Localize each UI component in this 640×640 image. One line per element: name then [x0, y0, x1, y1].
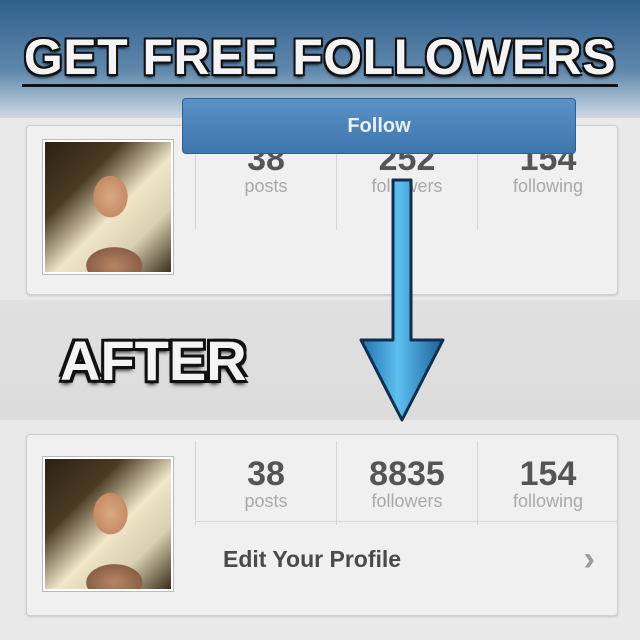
stat-posts-value: 38	[247, 455, 285, 493]
chevron-right-icon: ›	[583, 540, 595, 578]
edit-profile-label: Edit Your Profile	[223, 546, 402, 572]
edit-profile-button[interactable]: Edit Your Profile ›	[195, 522, 617, 598]
stat-followers-label: followers	[371, 491, 443, 511]
down-arrow-icon	[359, 178, 445, 422]
after-label: AFTER	[60, 329, 247, 392]
profile-card-after: 38 posts 8835 followers 154 following Ed…	[26, 434, 618, 616]
stat-posts-label: posts	[244, 176, 288, 196]
stat-posts[interactable]: 38 posts	[195, 441, 336, 525]
stat-followers[interactable]: 8835 followers	[336, 441, 477, 525]
stat-posts-label: posts	[244, 491, 288, 511]
stat-following-label: following	[512, 176, 584, 196]
stat-following-value: 154	[519, 455, 577, 493]
avatar[interactable]	[43, 140, 173, 274]
avatar[interactable]	[43, 457, 173, 591]
stats-row: 38 posts 8835 followers 154 following	[195, 441, 617, 525]
follow-button[interactable]: Follow	[182, 98, 576, 154]
stat-followers-value: 8835	[369, 455, 445, 493]
banner-title: GET FREE FOLLOWERS	[23, 29, 617, 85]
stat-following[interactable]: 154 following	[477, 441, 618, 525]
banner-underline	[22, 84, 618, 87]
stat-following-label: following	[512, 491, 584, 511]
